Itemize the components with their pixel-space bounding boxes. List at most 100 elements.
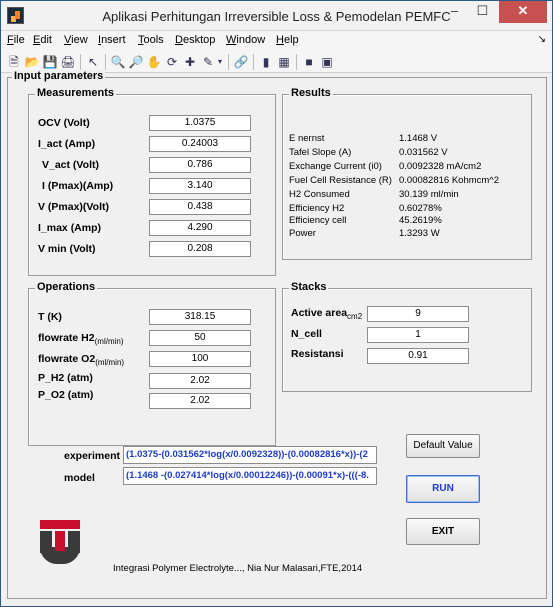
measurements-title: Measurements [35, 87, 117, 99]
active-area-field[interactable]: 9 [367, 306, 469, 322]
result-value: 30.139 ml/min [399, 189, 459, 200]
resistansi-label: Resistansi [291, 348, 344, 360]
toolbar-separator [80, 54, 81, 70]
v-pmax-field[interactable]: 0.438 [149, 199, 251, 215]
result-label: Efficiency H2 [289, 203, 345, 214]
v-act-field[interactable]: 0.786 [149, 157, 251, 173]
colorbar-icon[interactable]: ▮ [258, 54, 274, 70]
result-value: 1.1468 V [399, 133, 438, 144]
v-pmax-label: V (Pmax)(Volt) [38, 201, 109, 213]
app-window: Aplikasi Perhitungan Irreversible Loss &… [0, 0, 553, 607]
i-act-field[interactable]: 0.24003 [149, 136, 251, 152]
resistansi-field[interactable]: 0.91 [367, 348, 469, 364]
legend-icon[interactable]: ▦ [276, 54, 292, 70]
v-min-field[interactable]: 0.208 [149, 241, 251, 257]
active-area-label: Active areacm2 [291, 307, 363, 322]
open-file-icon[interactable]: 📂 [24, 54, 40, 70]
default-value-button[interactable]: Default Value [406, 434, 480, 458]
brush-icon[interactable]: ✎ [200, 54, 216, 70]
print-icon[interactable]: 🖨 [60, 54, 76, 70]
data-cursor-icon[interactable]: ✚ [182, 54, 198, 70]
menu-bar: File Edit View Insert Tools Desktop Wind… [1, 31, 552, 51]
flowrate-h2-label: flowrate H2(ml/min) [38, 332, 124, 347]
menu-edit[interactable]: Edit [33, 34, 52, 46]
result-label: Fuel Cell Resistance (R) [289, 175, 392, 186]
i-max-field[interactable]: 4.290 [149, 220, 251, 236]
model-equation-field[interactable]: (1.1468 -(0.027414*log(x/0.00012246))-(0… [123, 467, 377, 485]
university-logo [40, 520, 80, 564]
p-o2-label: P_O2 (atm) [38, 389, 94, 401]
toolbar-separator [253, 54, 254, 70]
link-plot-icon[interactable]: 🔗 [233, 54, 249, 70]
hide-plot-tools-icon[interactable]: ■ [301, 54, 317, 70]
toolbar-separator [105, 54, 106, 70]
i-pmax-field[interactable]: 3.140 [149, 178, 251, 194]
input-parameters-title: Input parameters [12, 70, 106, 82]
run-button[interactable]: RUN [406, 475, 480, 503]
model-label: model [64, 472, 95, 484]
temperature-field[interactable]: 318.15 [149, 309, 251, 325]
result-value: 45.2619% [399, 215, 442, 226]
v-act-label: V_act (Volt) [42, 159, 99, 171]
pointer-icon[interactable]: ↖ [85, 54, 101, 70]
exit-button[interactable]: EXIT [406, 518, 480, 545]
new-figure-icon[interactable]: 🗎 [6, 54, 22, 70]
temperature-label: T (K) [38, 311, 62, 323]
results-group: Results E nernst 1.1468 V Tafel Slope (A… [282, 87, 532, 260]
flowrate-o2-label: flowrate O2(ml/min) [38, 353, 125, 368]
measurements-group: Measurements OCV (Volt) 1.0375 I_act (Am… [28, 87, 276, 276]
results-title: Results [289, 87, 333, 99]
toolbar-separator [228, 54, 229, 70]
close-button[interactable]: ✕ [499, 1, 547, 23]
i-pmax-label: I (Pmax)(Amp) [42, 180, 114, 192]
flowrate-o2-field[interactable]: 100 [149, 351, 251, 367]
result-label: E nernst [289, 133, 325, 144]
result-value: 0.00082816 Kohmcm^2 [399, 175, 500, 186]
rotate-icon[interactable]: ⟳ [164, 54, 180, 70]
result-value: 1.3293 W [399, 228, 440, 239]
result-label: Power [289, 228, 316, 239]
result-value: 0.031562 V [399, 147, 448, 158]
menu-view[interactable]: View [64, 34, 88, 46]
pan-icon[interactable]: ✋ [146, 54, 162, 70]
menu-file[interactable]: File [7, 34, 25, 46]
p-o2-field[interactable]: 2.02 [149, 393, 251, 409]
i-act-label: I_act (Amp) [38, 138, 96, 150]
menu-insert[interactable]: Insert [98, 34, 126, 46]
i-max-label: I_max (Amp) [38, 222, 102, 234]
menu-tools[interactable]: Tools [138, 34, 164, 46]
stacks-title: Stacks [289, 281, 329, 293]
result-value: 0.60278% [399, 203, 442, 214]
result-label: Tafel Slope (A) [289, 147, 352, 158]
stacks-group: Stacks Active areacm2 9 N_cell 1 Resista… [282, 281, 532, 392]
zoom-out-icon[interactable]: 🔎 [128, 54, 144, 70]
input-parameters-panel: Input parameters Measurements OCV (Volt)… [7, 70, 547, 599]
operations-group: Operations T (K) 318.15 flowrate H2(ml/m… [28, 281, 276, 446]
chevron-down-icon[interactable]: ▾ [216, 54, 224, 70]
minimize-button[interactable]: – [441, 1, 468, 23]
menu-overflow-icon[interactable]: ↘ [538, 34, 546, 45]
save-icon[interactable]: 💾 [42, 54, 58, 70]
result-label: Exchange Current (i0) [289, 161, 382, 172]
p-h2-field[interactable]: 2.02 [149, 373, 251, 389]
n-cell-field[interactable]: 1 [367, 327, 469, 343]
result-value: 0.0092328 mA/cm2 [399, 161, 482, 172]
menu-help[interactable]: Help [276, 34, 299, 46]
menu-window[interactable]: Window [226, 34, 265, 46]
zoom-in-icon[interactable]: 🔍 [110, 54, 126, 70]
toolbar-separator [296, 54, 297, 70]
result-label: H2 Consumed [289, 189, 350, 200]
footer-credit: Integrasi Polymer Electrolyte..., Nia Nu… [113, 563, 363, 574]
experiment-equation-field[interactable]: (1.0375-(0.031562*log(x/0.0092328))-(0.0… [123, 446, 377, 464]
ocv-field[interactable]: 1.0375 [149, 115, 251, 131]
operations-title: Operations [35, 281, 98, 293]
n-cell-label: N_cell [291, 328, 322, 340]
maximize-button[interactable]: ☐ [469, 1, 496, 23]
ocv-label: OCV (Volt) [38, 117, 90, 129]
flowrate-h2-field[interactable]: 50 [149, 330, 251, 346]
title-bar[interactable]: Aplikasi Perhitungan Irreversible Loss &… [1, 1, 552, 31]
p-h2-label: P_H2 (atm) [38, 372, 93, 384]
result-label: Efficiency cell [289, 215, 347, 226]
show-plot-tools-icon[interactable]: ▣ [319, 54, 335, 70]
menu-desktop[interactable]: Desktop [175, 34, 215, 46]
